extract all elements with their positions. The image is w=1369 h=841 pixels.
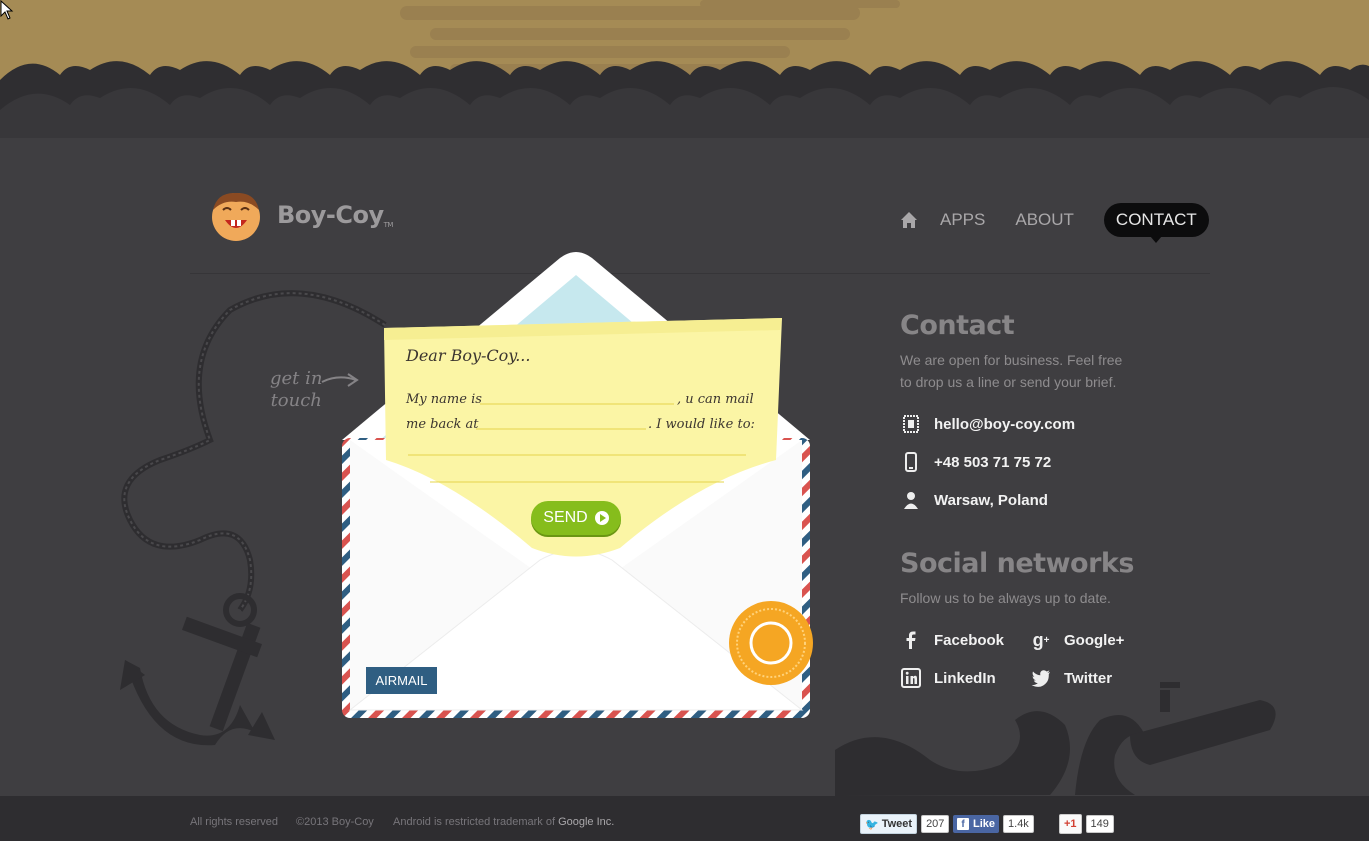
tweet-count: 207 xyxy=(921,815,950,833)
twitter-bird-icon: 🐦 xyxy=(865,818,879,831)
octopus-illustration xyxy=(835,682,1276,796)
footer-copyright: ©2013 Boy-Coy xyxy=(296,816,374,828)
footer: All rights reserved ©2013 Boy-Coy Androi… xyxy=(0,796,1369,841)
footer-trademark: Android is restricted trademark of Googl… xyxy=(393,816,615,828)
like-count: 1.4k xyxy=(1003,815,1034,833)
footer-rights: All rights reserved xyxy=(190,816,279,828)
facebook-f-icon: f xyxy=(957,818,969,830)
mouse-cursor-icon xyxy=(0,0,14,20)
tweet-share[interactable]: 🐦 Tweet 207 xyxy=(860,814,950,834)
like-share[interactable]: f Like 1.4k xyxy=(953,814,1034,834)
google-link[interactable]: Google Inc. xyxy=(558,816,614,828)
like-button[interactable]: f Like xyxy=(953,815,1000,833)
tweet-button[interactable]: 🐦 Tweet xyxy=(860,814,918,834)
plusone-button[interactable]: +1 xyxy=(1059,814,1082,834)
plusone-count: 149 xyxy=(1085,815,1114,833)
plusone-share[interactable]: +1 149 xyxy=(1059,814,1114,834)
